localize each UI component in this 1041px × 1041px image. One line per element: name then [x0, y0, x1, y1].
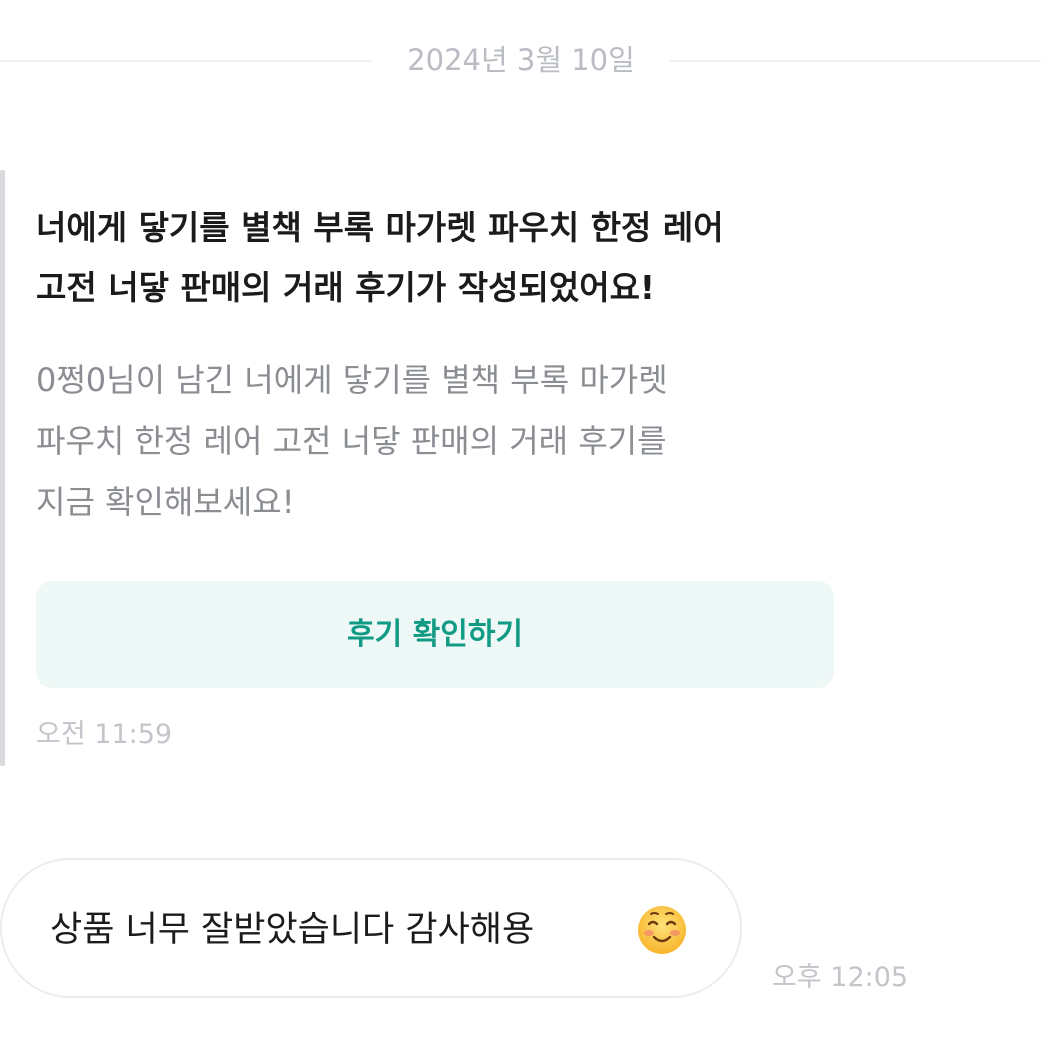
- notification-title: 너에게 닿기를 별책 부록 마가렛 파우치 한정 레어 고전 너닿 판매의 거래…: [36, 208, 724, 307]
- message-text: 상품 너무 잘받았습니다 감사해용: [50, 910, 535, 950]
- notification-body: 0쩡0님이 남긴 너에게 닿기를 별책 부록 마가렛 파우치 한정 레어 고전 …: [36, 361, 668, 521]
- message-timestamp: 오후 12:05: [772, 962, 909, 993]
- date-label: 2024년 3월 10일: [407, 43, 635, 77]
- date-divider-right: [670, 60, 1041, 62]
- smiling-face-icon: [638, 906, 686, 954]
- notification-accent-bar: [0, 170, 5, 766]
- notification-timestamp: 오전 11:59: [36, 719, 173, 750]
- view-review-button[interactable]: 후기 확인하기: [36, 581, 834, 688]
- review-notification-card: 너에게 닿기를 별책 부록 마가렛 파우치 한정 레어 고전 너닿 판매의 거래…: [0, 170, 860, 766]
- message-bubble[interactable]: 상품 너무 잘받았습니다 감사해용: [0, 858, 742, 998]
- chat-screen: 2024년 3월 10일 너에게 닿기를 별책 부록 마가렛 파우치 한정 레어…: [0, 0, 1041, 1041]
- date-separator: 2024년 3월 10일: [0, 38, 1041, 82]
- date-divider-left: [0, 60, 372, 62]
